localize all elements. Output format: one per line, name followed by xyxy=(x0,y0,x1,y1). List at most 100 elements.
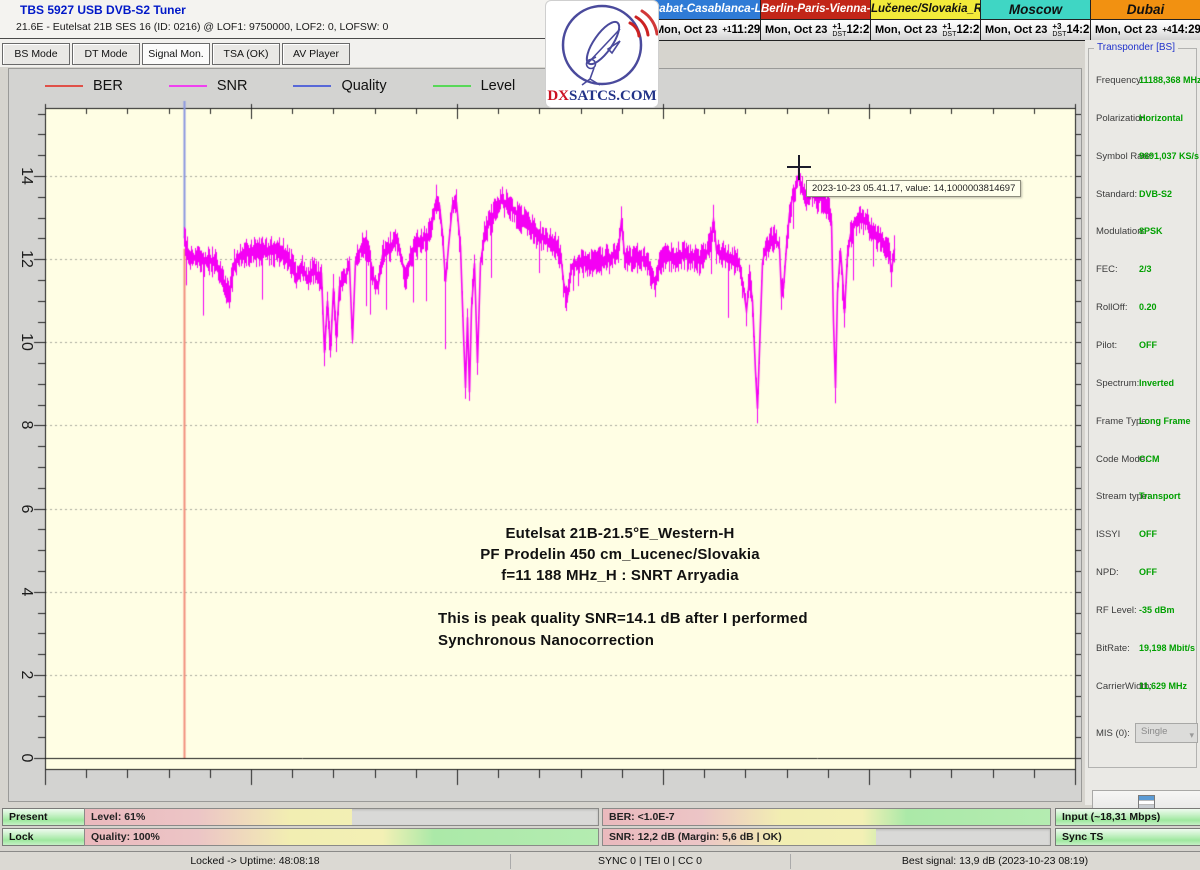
crosshair-cursor xyxy=(787,166,811,168)
transponder-row-value: -35 dBm xyxy=(1139,605,1175,615)
ber-meter: BER: <1.0E-7 xyxy=(602,808,1051,826)
clock-time-value: 14:29 xyxy=(1171,24,1200,36)
transponder-row-label: RollOff: xyxy=(1096,302,1128,313)
y-axis-tick-label: 12 xyxy=(15,246,37,272)
dst-flag: DST xyxy=(1052,31,1066,38)
tab-dt-mode[interactable]: DT Mode xyxy=(72,43,140,65)
dxsatcs-logo: DXSATCS.COM xyxy=(545,0,659,108)
lock-indicator: Lock xyxy=(2,828,89,846)
chevron-down-icon: ▾ xyxy=(1189,727,1194,743)
clock-time-row: Mon, Oct 23 +111:29 xyxy=(651,20,760,40)
transponder-row-label: ISSYI xyxy=(1096,529,1120,540)
clock-time-row: Mon, Oct 23+1DST12:29 xyxy=(761,20,870,40)
snr-trend-plot[interactable] xyxy=(9,69,1081,801)
legend-item-level: Level xyxy=(433,78,516,94)
transponder-row-label: Spectrum: xyxy=(1096,378,1139,389)
legend-label: BER xyxy=(93,78,123,94)
transponder-row-value: Horizontal xyxy=(1139,113,1183,123)
transponder-row-value: 9691,037 KS/s xyxy=(1139,151,1199,161)
tabs: BS ModeDT ModeSignal Mon.TSA (OK)AV Play… xyxy=(2,43,350,65)
sync-ts-indicator: Sync TS xyxy=(1055,828,1200,846)
svg-text:DXSATCS.COM: DXSATCS.COM xyxy=(547,88,656,104)
tab-signal-mon-[interactable]: Signal Mon. xyxy=(142,43,210,65)
transponder-row-value: 2/3 xyxy=(1139,264,1152,274)
clock-time-row: Mon, Oct 23 +414:29 xyxy=(1091,20,1200,40)
signal-monitor-chart-panel: BERSNRQualityLevel 02468101214 Eutelsat … xyxy=(8,68,1082,802)
chart-annotation-peak: This is peak quality SNR=14.1 dB after I… xyxy=(438,608,858,651)
logo-text-rest: SATCS.COM xyxy=(569,88,657,104)
meter-label: Level: 61% xyxy=(91,809,145,825)
transponder-row-value: 11188,368 MHz xyxy=(1139,75,1200,85)
clock-city-label: Rabat-Casablanca-London xyxy=(651,0,760,20)
utc-offset: +1 xyxy=(722,26,731,34)
status-sync-counters: SYNC 0 | TEI 0 | CC 0 xyxy=(510,852,790,870)
tab-tsa-ok-[interactable]: TSA (OK) xyxy=(212,43,280,65)
quality-meter: Quality: 100% xyxy=(84,828,599,846)
meter-label: Quality: 100% xyxy=(91,829,160,845)
clock-utc-offset: +1 xyxy=(722,26,731,34)
tab-bs-mode[interactable]: BS Mode xyxy=(2,43,70,65)
y-axis-tick-label: 0 xyxy=(15,745,37,771)
transponder-row-value: Inverted xyxy=(1139,378,1174,388)
transponder-row-value: Transport xyxy=(1139,491,1181,501)
world-clock-bar: Rabat-Casablanca-LondonMon, Oct 23+111:2… xyxy=(650,0,1200,41)
mis-select[interactable]: Single ▾ xyxy=(1135,723,1198,743)
transponder-row-label: Standard: xyxy=(1096,189,1137,200)
transponder-row-value: OFF xyxy=(1139,529,1157,539)
y-axis-tick-label: 6 xyxy=(15,496,37,522)
utc-offset: +1 xyxy=(832,23,846,31)
clock-utc-offset: +1DST xyxy=(832,23,846,38)
window-title: TBS 5927 USB DVB-S2 Tuner xyxy=(20,3,186,17)
dst-flag: DST xyxy=(832,31,846,38)
transponder-groupbox: Transponder [BS] Frequency:11188,368 MHz… xyxy=(1088,48,1197,768)
legend-label: Level xyxy=(481,78,516,94)
transponder-row-value: OFF xyxy=(1139,340,1157,350)
mis-selected-value: Single xyxy=(1141,726,1167,737)
clock-date: Mon, Oct 23 xyxy=(1095,24,1157,36)
transponder-row-label: RF Level: xyxy=(1096,605,1137,616)
clock-berlin-paris-vienna-belgrade: Berlin-Paris-Vienna-BelgradeMon, Oct 23+… xyxy=(760,0,870,40)
present-indicator: Present xyxy=(2,808,89,826)
logo-text-dx: DX xyxy=(547,88,569,104)
y-axis-tick-label: 8 xyxy=(15,412,37,438)
transponder-row-value: 0.20 xyxy=(1139,302,1157,312)
clock-utc-offset: +4 xyxy=(1162,26,1171,34)
meter-label: SNR: 12,2 dB (Margin: 5,6 dB | OK) xyxy=(609,829,782,845)
clock-utc-offset: +1DST xyxy=(942,23,956,38)
clock-time-row: Mon, Oct 23+1DST12:29 xyxy=(871,20,980,40)
transponder-row-label: NPD: xyxy=(1096,567,1119,578)
clock-city-label: Moscow xyxy=(981,0,1090,20)
transponder-row-label: Modulation: xyxy=(1096,226,1145,237)
chart-annotation-setup: Eutelsat 21B-21.5°E_Western-HPF Prodelin… xyxy=(459,523,781,586)
y-axis-tick-label: 10 xyxy=(15,329,37,355)
legend-label: SNR xyxy=(217,78,248,94)
legend-item-snr: SNR xyxy=(169,78,248,94)
clock-utc-offset: +3DST xyxy=(1052,23,1066,38)
clock-lu-enec-slovakia-r-d-vid: Lučenec/Slovakia_R.Dávid Mon, Oct 23 +1DST… xyxy=(870,0,980,40)
clock-moscow: MoscowMon, Oct 23+3DST14:29 xyxy=(980,0,1090,40)
transponder-row-label: FEC: xyxy=(1096,264,1118,275)
sidebar: Transponder [BS] Frequency:11188,368 MHz… xyxy=(1085,40,1200,805)
app-window: TBS 5927 USB DVB-S2 Tuner 21.6E - Eutels… xyxy=(0,0,1200,870)
y-axis-tick-label: 14 xyxy=(15,163,37,189)
input-bitrate-indicator: Input (~18,31 Mbps) xyxy=(1055,808,1200,826)
clock-time-value: 11:29 xyxy=(731,24,760,36)
clock-date: Mon, Oct 23 xyxy=(875,24,937,36)
meter-fill xyxy=(85,829,598,845)
utc-offset: +4 xyxy=(1162,26,1171,34)
clock-city-label: Lučenec/Slovakia_R.Dávid xyxy=(871,0,980,20)
dst-flag: DST xyxy=(942,31,956,38)
transponder-row-label: Pilot: xyxy=(1096,340,1117,351)
legend-item-ber: BER xyxy=(45,78,123,94)
status-bar: Locked -> Uptime: 48:08:18 SYNC 0 | TEI … xyxy=(0,851,1200,870)
clock-date: Mon, Oct 23 xyxy=(655,24,717,36)
meter-gradient xyxy=(85,829,598,845)
transponder-row-value: Long Frame xyxy=(1139,416,1191,426)
legend-swatch-level xyxy=(433,85,471,87)
y-axis-tick-label: 4 xyxy=(15,579,37,605)
level-meter: Level: 61% xyxy=(84,808,599,826)
transponder-row-value: CCM xyxy=(1139,454,1160,464)
tab-av-player[interactable]: AV Player xyxy=(282,43,350,65)
clock-date: Mon, Oct 23 xyxy=(985,24,1047,36)
legend-swatch-quality xyxy=(293,85,331,87)
